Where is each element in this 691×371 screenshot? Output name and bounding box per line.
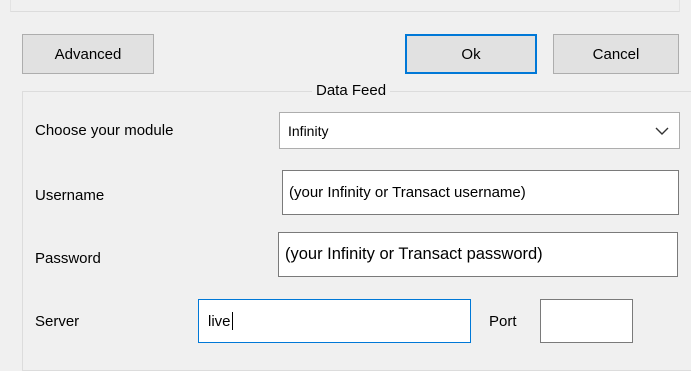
password-field[interactable]: (your Infinity or Transact password) <box>278 232 678 277</box>
module-label: Choose your module <box>35 122 174 139</box>
advanced-button[interactable]: Advanced <box>22 34 154 74</box>
module-select-value: Infinity <box>288 122 329 139</box>
top-panel-edge <box>10 0 680 12</box>
server-label: Server <box>35 313 80 330</box>
password-label: Password <box>35 250 101 267</box>
port-field[interactable] <box>540 299 633 343</box>
server-value: live <box>208 312 231 330</box>
port-label: Port <box>489 313 517 330</box>
cancel-button[interactable]: Cancel <box>553 34 679 74</box>
text-caret <box>231 312 233 330</box>
username-field[interactable]: (your Infinity or Transact username) <box>282 170 679 215</box>
chevron-down-icon[interactable] <box>655 119 669 144</box>
group-legend: Data Feed <box>312 82 391 99</box>
username-label: Username <box>35 187 105 204</box>
ok-button[interactable]: Ok <box>405 34 537 74</box>
server-field[interactable]: live <box>198 299 471 343</box>
module-select[interactable]: Infinity <box>279 112 680 149</box>
